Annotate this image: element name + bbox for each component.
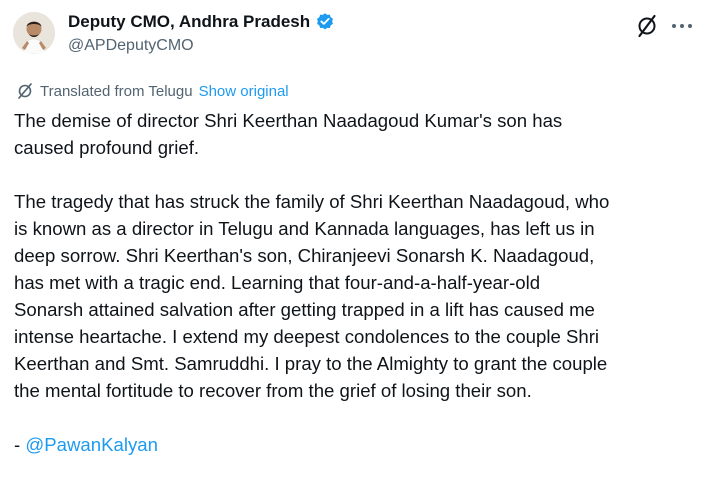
grok-button[interactable] (634, 13, 660, 39)
signature-dash: - (14, 434, 26, 455)
post-line: has met with a tragic end. Learning that… (14, 272, 541, 293)
signature-line: - @PawanKalyan (14, 431, 700, 458)
author-handle[interactable]: @APDeputyCMO (68, 37, 194, 55)
translated-from-label: Translated from Telugu (40, 82, 193, 100)
post-line: caused profound grief. (14, 137, 200, 158)
post-line: is known as a director in Telugu and Kan… (14, 218, 595, 239)
post-line: The demise of director Shri Keerthan Naa… (14, 110, 563, 131)
grok-translate-icon (18, 83, 32, 99)
avatar-image (13, 12, 55, 54)
post-text: The demise of director Shri Keerthan Naa… (14, 107, 700, 458)
post-line: Keerthan and Smt. Samruddhi. I pray to t… (14, 353, 608, 374)
author-name-text: Deputy CMO, Andhra Pradesh (68, 12, 311, 31)
post-line: the mental fortitude to recover from the… (14, 380, 532, 401)
post-line: The tragedy that has struck the family o… (14, 191, 610, 212)
post-line: intense heartache. I extend my deepest c… (14, 326, 600, 347)
translation-notice: Translated from Telugu Show original (16, 82, 289, 100)
more-icon (672, 24, 692, 28)
author-name[interactable]: Deputy CMO, Andhra Pradesh (68, 12, 335, 32)
grok-icon (638, 14, 656, 38)
verified-badge-icon (315, 12, 335, 32)
more-options-button[interactable] (668, 12, 696, 40)
show-original-link[interactable]: Show original (199, 83, 289, 100)
mention-link[interactable]: @PawanKalyan (25, 434, 158, 455)
post-line: Sonarsh attained salvation after getting… (14, 299, 595, 320)
post-line: deep sorrow. Shri Keerthan's son, Chiran… (14, 245, 595, 266)
avatar[interactable] (13, 12, 55, 54)
